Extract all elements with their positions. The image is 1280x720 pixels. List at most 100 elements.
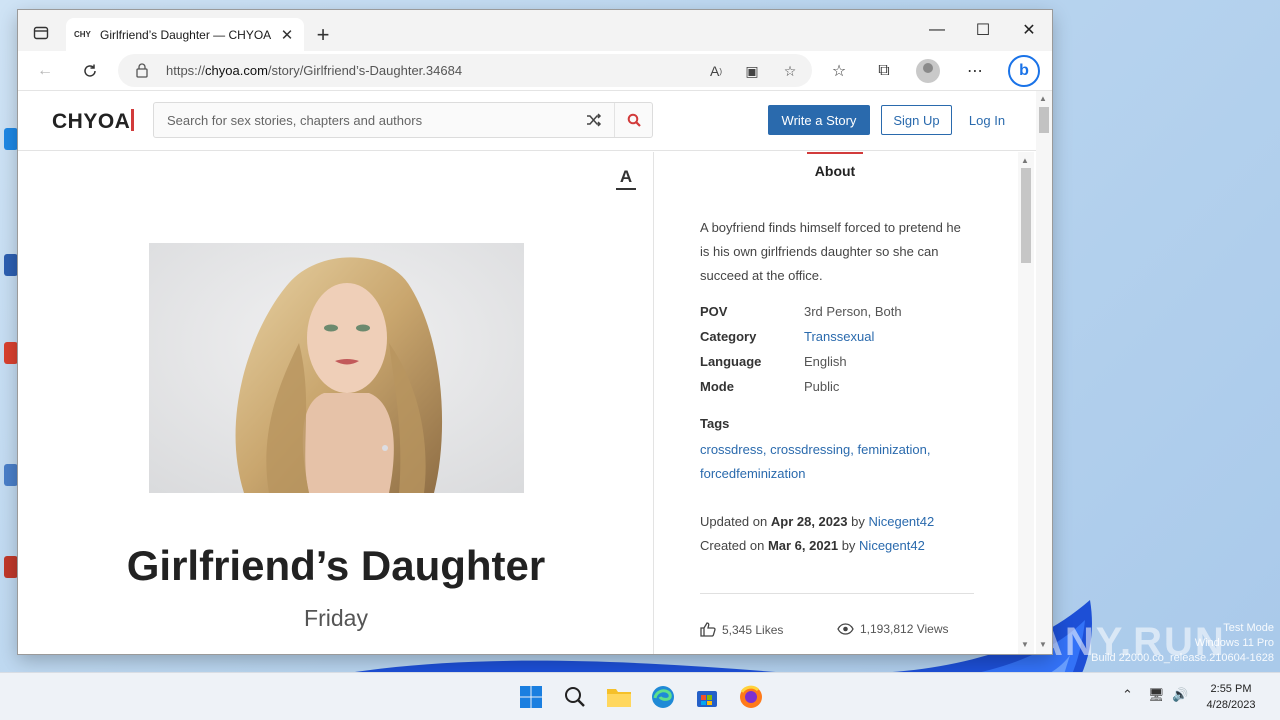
refresh-button[interactable] — [75, 56, 105, 86]
eye-icon — [837, 623, 854, 635]
search-button[interactable] — [614, 103, 652, 137]
search-input[interactable] — [154, 103, 574, 137]
tab-title: Girlfriend’s Daughter — CHYOA — [100, 27, 272, 42]
updated-by: by — [851, 514, 865, 529]
story-title: Girlfriend’s Daughter — [126, 542, 546, 589]
created-label: Created on — [700, 538, 765, 553]
store-icon[interactable] — [692, 682, 722, 712]
page-scrollbar[interactable]: ▲ ▼ — [1036, 91, 1052, 654]
created-date: Mar 6, 2021 — [767, 538, 839, 553]
random-story-icon[interactable] — [574, 103, 614, 137]
tag-links[interactable]: crossdress, crossdressing, feminization,… — [700, 438, 970, 486]
meta-key: Category — [700, 329, 757, 344]
likes-count: 5,345 Likes — [722, 622, 784, 637]
likes-stat[interactable]: 5,345 Likes — [700, 622, 783, 637]
desktop-icon[interactable] — [4, 254, 18, 276]
watermark-line: Build 22000.co_release.210604-1628 — [1091, 652, 1274, 664]
new-tab-button[interactable]: + — [310, 22, 336, 48]
log-in-link[interactable]: Log In — [962, 105, 1012, 135]
favicon-icon: CHY — [74, 30, 91, 39]
updated-date: Apr 28, 2023 — [770, 514, 848, 529]
clock-time: 2:55 PM — [1210, 683, 1252, 695]
scroll-down-icon[interactable]: ▼ — [1039, 640, 1047, 649]
write-story-button[interactable]: Write a Story — [768, 105, 870, 135]
lock-icon — [136, 63, 148, 78]
profile-avatar-icon[interactable] — [916, 59, 940, 83]
meta-value: English — [804, 354, 847, 369]
browser-window: CHY Girlfriend’s Daughter — CHYOA ✕ + — … — [18, 10, 1052, 654]
system-clock[interactable]: 2:55 PM 4/28/2023 — [1196, 681, 1266, 713]
edge-icon[interactable] — [648, 682, 678, 712]
desktop-icon[interactable] — [4, 556, 18, 578]
volume-icon[interactable]: 🔊 — [1172, 687, 1188, 703]
views-stat: 1,193,812 Views — [837, 622, 949, 636]
anyrun-watermark: ANY.RUN Test Mode Windows 11 Pro Build 2… — [1034, 620, 1274, 668]
minimize-button[interactable]: — — [914, 10, 960, 50]
web-page: CHYOA Write a Story Sign Up Log In A — [18, 91, 1052, 654]
thumbs-up-icon — [700, 622, 716, 637]
scrollbar-thumb[interactable] — [1021, 168, 1031, 263]
updated-label: Updated on — [700, 514, 768, 529]
story-cover-image — [149, 243, 524, 493]
sign-up-button[interactable]: Sign Up — [881, 105, 952, 135]
category-link[interactable]: Transsexual — [804, 329, 874, 344]
taskbar: ⌃ 🖥 🔊 2:55 PM 4/28/2023 — [0, 672, 1280, 720]
desktop-icon[interactable] — [4, 128, 18, 150]
watermark-line: Test Mode — [1223, 622, 1274, 634]
meta-row-category: Category Transsexual — [700, 329, 980, 349]
search-icon[interactable] — [560, 682, 590, 712]
url-text: https://chyoa.com/story/Girlfriend’s-Dau… — [166, 63, 462, 78]
back-button[interactable]: ← — [30, 56, 60, 86]
bing-chat-icon[interactable]: b — [1008, 55, 1040, 87]
close-window-button[interactable]: ✕ — [1006, 10, 1052, 50]
start-icon[interactable] — [516, 682, 546, 712]
more-options-icon[interactable]: ⋯ — [960, 56, 990, 86]
file-explorer-icon[interactable] — [604, 682, 634, 712]
meta-value: Public — [804, 379, 840, 394]
chapter-title: Friday — [304, 605, 368, 631]
collections-icon[interactable]: ⧉ — [869, 56, 899, 86]
address-bar[interactable]: https://chyoa.com/story/Girlfriend’s-Dau… — [118, 54, 812, 87]
immersive-reader-icon[interactable]: ▣ — [740, 59, 764, 83]
tags-heading: Tags — [700, 416, 730, 431]
network-icon[interactable]: 🖥 — [1148, 687, 1165, 703]
scroll-up-icon[interactable]: ▲ — [1039, 94, 1047, 103]
tab-about[interactable]: About — [807, 152, 863, 182]
about-panel: About A boyfriend finds himself forced t… — [655, 152, 1020, 654]
firefox-icon[interactable] — [736, 682, 766, 712]
desktop-icon[interactable] — [4, 464, 18, 486]
author-link[interactable]: Nicegent42 — [859, 538, 925, 553]
story-panel: A Girlfriend’s Daughter Friday — [18, 152, 654, 654]
desktop-icon[interactable] — [4, 342, 18, 364]
close-tab-icon[interactable]: ✕ — [278, 26, 296, 44]
divider — [700, 593, 974, 594]
show-hidden-icons[interactable]: ⌃ — [1122, 687, 1133, 703]
favorites-icon[interactable]: ☆ — [824, 56, 854, 86]
site-logo[interactable]: CHYOA — [52, 109, 135, 134]
scroll-down-icon[interactable]: ▼ — [1021, 640, 1029, 649]
panel-scrollbar[interactable]: ▲ ▼ — [1018, 152, 1034, 654]
url-prefix: https:// — [166, 63, 206, 78]
author-link[interactable]: Nicegent42 — [868, 514, 934, 529]
font-settings-icon[interactable]: A — [616, 168, 636, 190]
meta-key: Language — [700, 354, 762, 369]
url-path: /story/Girlfriend’s-Daughter.34684 — [267, 63, 463, 78]
created-by: by — [841, 538, 856, 553]
title-bar: CHY Girlfriend’s Daughter — CHYOA ✕ + — … — [18, 10, 1052, 51]
read-aloud-icon[interactable]: A) — [704, 59, 728, 83]
scroll-up-icon[interactable]: ▲ — [1021, 156, 1029, 165]
desktop-icons — [0, 0, 18, 672]
add-favorite-icon[interactable]: ☆ — [778, 59, 802, 83]
meta-row-pov: POV 3rd Person, Both — [700, 304, 980, 324]
meta-row-language: Language English — [700, 354, 980, 374]
meta-key: POV — [700, 304, 728, 319]
tab-actions-icon[interactable] — [26, 20, 56, 46]
url-domain: chyoa.com — [205, 63, 268, 78]
clock-date: 4/28/2023 — [1206, 699, 1256, 711]
maximize-button[interactable]: ☐ — [960, 10, 1006, 50]
views-count: 1,193,812 Views — [860, 622, 949, 636]
meta-row-mode: Mode Public — [700, 379, 980, 399]
scrollbar-thumb[interactable] — [1039, 107, 1049, 133]
tab-active[interactable]: CHY Girlfriend’s Daughter — CHYOA ✕ — [66, 18, 304, 51]
meta-key: Mode — [700, 379, 734, 394]
